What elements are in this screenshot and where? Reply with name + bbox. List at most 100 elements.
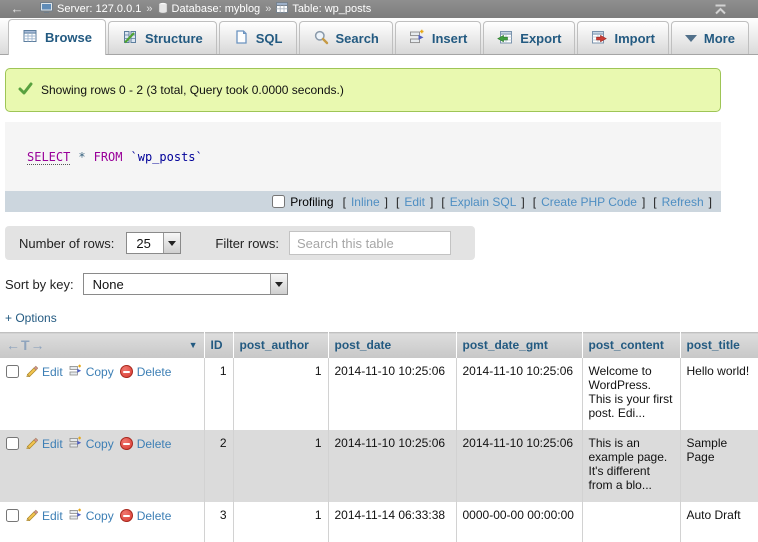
table-row: Edit Copy Delete 3 1 2014-11-14 06:33:38… — [0, 502, 758, 542]
column-header-id[interactable]: ID — [204, 333, 233, 358]
copy-row-link[interactable]: Copy — [69, 436, 114, 452]
inline-link[interactable]: Inline — [351, 195, 380, 209]
breadcrumb-table-label: Table: wp_posts — [292, 3, 371, 15]
sort-by-key-label: Sort by key: — [5, 277, 74, 292]
sort-row: Sort by key: None — [5, 273, 758, 295]
edit-label: Edit — [42, 437, 63, 451]
insert-icon — [409, 29, 425, 48]
breadcrumb-database-label: Database: myblog — [172, 3, 261, 15]
cell-post-date-gmt: 0000-00-00 00:00:00 — [456, 502, 582, 542]
number-of-rows-label: Number of rows: — [19, 236, 114, 251]
bracket: [ — [653, 195, 656, 209]
profiling-checkbox[interactable] — [272, 195, 285, 208]
search-icon — [313, 29, 329, 48]
delete-label: Delete — [137, 437, 172, 451]
collapse-icon[interactable] — [713, 4, 728, 15]
sort-options-icon[interactable]: ▼ — [189, 340, 198, 350]
cell-post-title: Auto Draft — [680, 502, 758, 542]
sql-table-identifier: `wp_posts` — [131, 150, 203, 165]
table-row: Edit Copy Delete 2 1 2014-11-10 10:25:06… — [0, 430, 758, 502]
column-header-post-content[interactable]: post_content — [582, 333, 680, 358]
success-message: Showing rows 0 - 2 (3 total, Query took … — [5, 68, 721, 112]
back-arrow-icon[interactable]: ← — [0, 0, 34, 18]
tab-browse[interactable]: Browse — [8, 19, 106, 55]
cell-post-date: 2014-11-10 10:25:06 — [328, 430, 456, 502]
delete-row-link[interactable]: Delete — [120, 509, 172, 523]
cell-post-title: Hello world! — [680, 358, 758, 430]
delete-row-link[interactable]: Delete — [120, 365, 172, 379]
cell-post-author: 1 — [233, 430, 328, 502]
row-checkbox[interactable] — [6, 509, 19, 522]
breadcrumb-table[interactable]: Table: wp_posts — [276, 2, 371, 16]
check-icon — [18, 82, 33, 98]
breadcrumb-database[interactable]: Database: myblog — [158, 2, 261, 17]
row-checkbox[interactable] — [6, 437, 19, 450]
bracket: ] — [709, 195, 712, 209]
create-php-code-link[interactable]: Create PHP Code — [541, 195, 637, 209]
edit-row-link[interactable]: Edit — [25, 508, 63, 524]
cell-post-content: This is an example page. It's different … — [582, 430, 680, 502]
chevron-down-icon — [168, 241, 176, 246]
options-toggle-link[interactable]: + Options — [5, 311, 57, 325]
row-checkbox[interactable] — [6, 365, 19, 378]
cell-post-date: 2014-11-10 10:25:06 — [328, 358, 456, 430]
delete-row-link[interactable]: Delete — [120, 437, 172, 451]
number-of-rows-select[interactable]: 25 — [126, 232, 181, 254]
copy-row-link[interactable]: Copy — [69, 364, 114, 380]
edit-query-link[interactable]: Edit — [404, 195, 425, 209]
explain-sql-link[interactable]: Explain SQL — [450, 195, 517, 209]
profiling-label: Profiling — [290, 195, 333, 209]
tab-search[interactable]: Search — [299, 21, 393, 54]
cell-post-content: Welcome to WordPress. This is your first… — [582, 358, 680, 430]
column-header-post-date[interactable]: post_date — [328, 333, 456, 358]
sort-by-key-value: None — [84, 277, 270, 292]
column-header-post-author[interactable]: post_author — [233, 333, 328, 358]
delete-icon — [120, 509, 133, 522]
copy-label: Copy — [86, 509, 114, 523]
column-order-control[interactable]: ←T→ — [6, 337, 46, 353]
copy-row-link[interactable]: Copy — [69, 508, 114, 524]
pencil-icon — [25, 436, 38, 452]
sql-keyword-select[interactable]: SELECT — [27, 150, 70, 165]
edit-row-link[interactable]: Edit — [25, 364, 63, 380]
cell-id: 3 — [204, 502, 233, 542]
refresh-link[interactable]: Refresh — [662, 195, 704, 209]
edit-row-link[interactable]: Edit — [25, 436, 63, 452]
table-header-row: ←T→ ▼ ID post_author post_date post_date… — [0, 333, 758, 358]
tab-label: More — [704, 31, 735, 46]
breadcrumb-server[interactable]: Server: 127.0.0.1 — [40, 2, 141, 16]
filter-rows-label: Filter rows: — [215, 236, 279, 251]
tab-bar: Browse Structure SQL Search Insert Expor… — [0, 18, 758, 55]
filter-rows-input[interactable] — [289, 231, 451, 255]
tab-more[interactable]: More — [671, 21, 749, 54]
tab-structure[interactable]: Structure — [108, 21, 217, 54]
tab-export[interactable]: Export — [483, 21, 575, 54]
tab-label: Search — [336, 31, 379, 46]
bracket: [ — [343, 195, 346, 209]
table-row: Edit Copy Delete 1 1 2014-11-10 10:25:06… — [0, 358, 758, 430]
tab-label: Browse — [45, 30, 92, 45]
select-arrow-button[interactable] — [163, 233, 180, 253]
bracket: ] — [385, 195, 388, 209]
bracket: [ — [396, 195, 399, 209]
chevron-down-icon — [275, 282, 283, 287]
sql-keyword-from: FROM — [94, 150, 123, 165]
breadcrumb-server-label: Server: 127.0.0.1 — [57, 3, 141, 15]
column-header-post-title[interactable]: post_title — [680, 333, 758, 358]
sort-by-key-select[interactable]: None — [83, 273, 288, 295]
select-arrow-button[interactable] — [270, 274, 287, 294]
tab-insert[interactable]: Insert — [395, 21, 481, 54]
bracket: [ — [533, 195, 536, 209]
delete-icon — [120, 365, 133, 378]
copy-label: Copy — [86, 365, 114, 379]
edit-label: Edit — [42, 509, 63, 523]
delete-label: Delete — [137, 365, 172, 379]
breadcrumb-separator: » — [146, 3, 152, 15]
pencil-icon — [25, 364, 38, 380]
cell-post-content — [582, 502, 680, 542]
delete-label: Delete — [137, 509, 172, 523]
tab-sql[interactable]: SQL — [219, 21, 297, 54]
tab-import[interactable]: Import — [577, 21, 668, 54]
column-header-post-date-gmt[interactable]: post_date_gmt — [456, 333, 582, 358]
tab-label: Export — [520, 31, 561, 46]
